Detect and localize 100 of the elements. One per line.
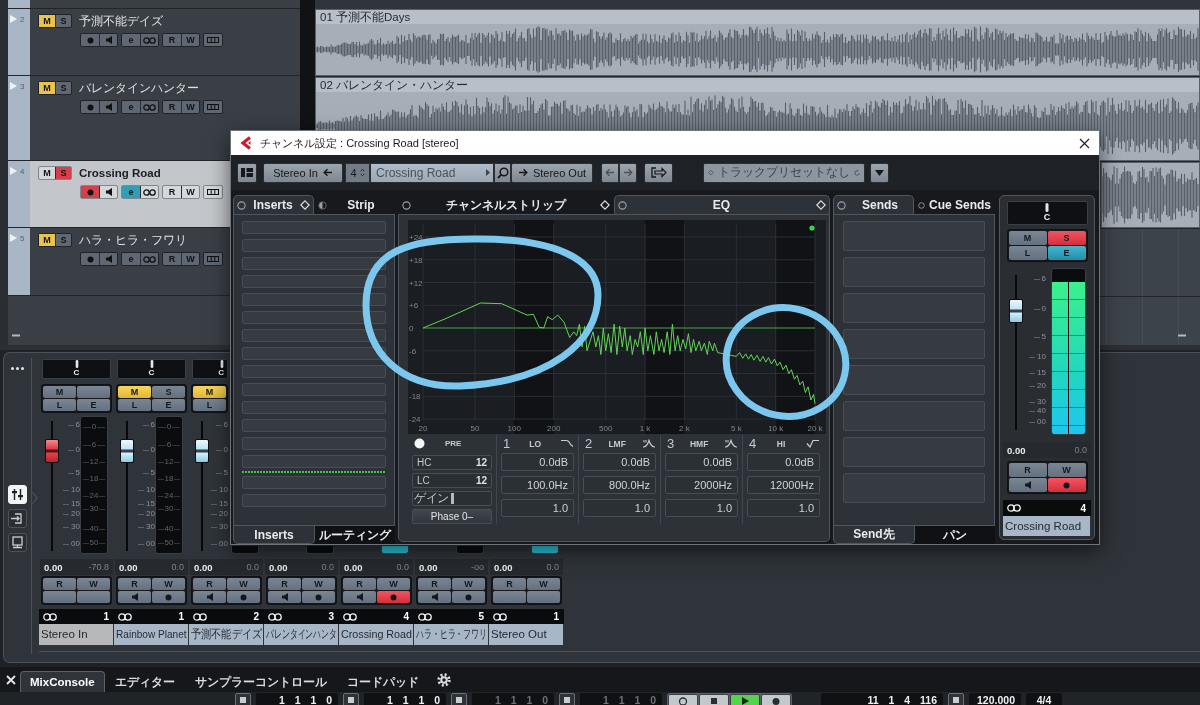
- channel-name[interactable]: Crossing Road: [339, 624, 414, 645]
- locator-icon[interactable]: [343, 693, 359, 705]
- read-button[interactable]: R: [118, 578, 151, 590]
- sliders-icon[interactable]: [8, 485, 27, 504]
- mute-button[interactable]: M: [1008, 231, 1047, 245]
- time-signature[interactable]: 4/4: [1026, 693, 1062, 705]
- input-routing-button[interactable]: Stereo In: [263, 162, 343, 183]
- pan-display[interactable]: C: [117, 359, 186, 379]
- frequency-field[interactable]: 12000Hz: [747, 476, 820, 494]
- write-button[interactable]: W: [527, 578, 560, 590]
- zone-tab[interactable]: サンプラーコントロール: [184, 671, 337, 692]
- pan-display[interactable]: C: [1006, 201, 1088, 225]
- channel-name[interactable]: 予測不能デイズ: [189, 624, 264, 645]
- edit-button[interactable]: e: [122, 186, 140, 198]
- link-button[interactable]: [140, 186, 158, 198]
- pan-display[interactable]: C: [42, 359, 111, 379]
- channel-name[interactable]: Stereo Out: [489, 624, 564, 645]
- record-button[interactable]: [452, 591, 485, 603]
- locator-icon[interactable]: [948, 693, 964, 705]
- forward-button[interactable]: [619, 162, 637, 183]
- band-number[interactable]: 1: [503, 436, 511, 451]
- solo-button[interactable]: S: [1047, 231, 1086, 245]
- gain-field[interactable]: 0.0dB: [747, 453, 820, 471]
- high-shelf-curve-icon[interactable]: [806, 439, 820, 448]
- insert-slot[interactable]: [242, 329, 386, 342]
- solo-button[interactable]: S: [55, 167, 71, 179]
- record-button[interactable]: [81, 186, 99, 198]
- layout-button[interactable]: [237, 162, 257, 183]
- panel-tab[interactable]: Inserts: [233, 195, 314, 214]
- bell-curve-icon[interactable]: [724, 439, 738, 448]
- panel-tab[interactable]: EQ: [614, 195, 830, 214]
- channel-name[interactable]: Crossing Road: [1003, 516, 1091, 536]
- insert-slot[interactable]: [242, 293, 386, 306]
- solo-button[interactable]: S: [152, 386, 185, 398]
- channel-name-field[interactable]: Crossing Road: [370, 162, 494, 183]
- q-field[interactable]: 1.0: [665, 499, 738, 517]
- locator-icon[interactable]: [451, 693, 467, 705]
- locator-icon[interactable]: [559, 693, 575, 705]
- channel-name[interactable]: Rainbow Planet: [114, 624, 189, 645]
- mute-button[interactable]: M: [118, 386, 151, 398]
- edit-button[interactable]: E: [1047, 246, 1086, 260]
- audio-clip[interactable]: 01 予測不能Days: [315, 9, 1200, 76]
- mute-button[interactable]: M: [39, 167, 55, 179]
- band-number[interactable]: 2: [585, 436, 593, 451]
- zone-tab[interactable]: MixConsole: [20, 671, 105, 692]
- record-button[interactable]: [227, 591, 260, 603]
- record-icon[interactable]: [761, 694, 791, 705]
- mute-button[interactable]: M: [39, 15, 55, 27]
- panel-tab[interactable]: Strip: [314, 195, 395, 214]
- mute-button[interactable]: M: [43, 386, 76, 398]
- fader-handle[interactable]: [1009, 298, 1023, 323]
- write-button[interactable]: W: [452, 578, 485, 590]
- record-button[interactable]: [302, 591, 335, 603]
- insert-slot[interactable]: [242, 257, 386, 270]
- write-button[interactable]: W: [77, 578, 110, 590]
- cycle-icon[interactable]: [668, 694, 698, 705]
- phase-button[interactable]: Phase 0–: [412, 509, 492, 524]
- position-counter[interactable]: 11 1 4 116: [821, 693, 943, 705]
- eq-display[interactable]: +24 +18 +12 +6 0 -6 -18 -24 20 50 100 200 500 1 k 2 k 5 k 10 k 20 k: [408, 220, 826, 434]
- read-button[interactable]: R: [493, 578, 526, 590]
- read-button[interactable]: R: [43, 578, 76, 590]
- channel-name[interactable]: ハラ・ヒラ・フワリ: [414, 624, 489, 645]
- panel-tab[interactable]: Sends: [833, 195, 914, 214]
- tempo-value[interactable]: 120.000: [969, 693, 1021, 705]
- fader-handle[interactable]: [195, 438, 209, 463]
- mute-button[interactable]: M: [39, 234, 55, 246]
- insert-slot[interactable]: [242, 347, 386, 360]
- write-button[interactable]: W: [1047, 463, 1086, 477]
- frequency-field[interactable]: 100.0Hz: [501, 476, 574, 494]
- zone-tab[interactable]: コードパッド: [336, 671, 429, 692]
- slider-thumb[interactable]: [450, 493, 454, 504]
- read-button[interactable]: R: [163, 186, 181, 198]
- panel-tab[interactable]: Inserts: [233, 526, 315, 544]
- q-field[interactable]: 1.0: [501, 499, 574, 517]
- frequency-field[interactable]: 2000Hz: [665, 476, 738, 494]
- band-number[interactable]: 4: [749, 436, 757, 451]
- back-button[interactable]: [601, 162, 619, 183]
- edit-button[interactable]: E: [77, 399, 110, 411]
- zone-tab[interactable]: エディター: [104, 671, 185, 692]
- read-button[interactable]: R: [343, 578, 376, 590]
- write-button[interactable]: W: [377, 578, 410, 590]
- record-button[interactable]: [377, 591, 410, 603]
- dropdown-button[interactable]: [870, 162, 889, 183]
- read-button[interactable]: R: [193, 578, 226, 590]
- read-button[interactable]: R: [268, 578, 301, 590]
- channel-name[interactable]: Stereo In: [39, 624, 114, 645]
- bell-curve-icon[interactable]: [642, 439, 656, 448]
- gear-icon[interactable]: [436, 673, 451, 687]
- listen-button[interactable]: L: [1008, 246, 1047, 260]
- edit-button[interactable]: E: [152, 399, 185, 411]
- gain-field[interactable]: 0.0dB: [583, 453, 656, 471]
- low-shelf-curve-icon[interactable]: [560, 439, 574, 448]
- write-button[interactable]: W: [181, 186, 199, 198]
- export-button[interactable]: [644, 162, 673, 183]
- mute-button[interactable]: M: [39, 82, 55, 94]
- search-button[interactable]: [494, 162, 511, 183]
- panel-tab[interactable]: ルーティング: [315, 526, 395, 544]
- write-button[interactable]: W: [152, 578, 185, 590]
- listen-button[interactable]: L: [43, 399, 76, 411]
- audio-clip[interactable]: [1101, 162, 1200, 228]
